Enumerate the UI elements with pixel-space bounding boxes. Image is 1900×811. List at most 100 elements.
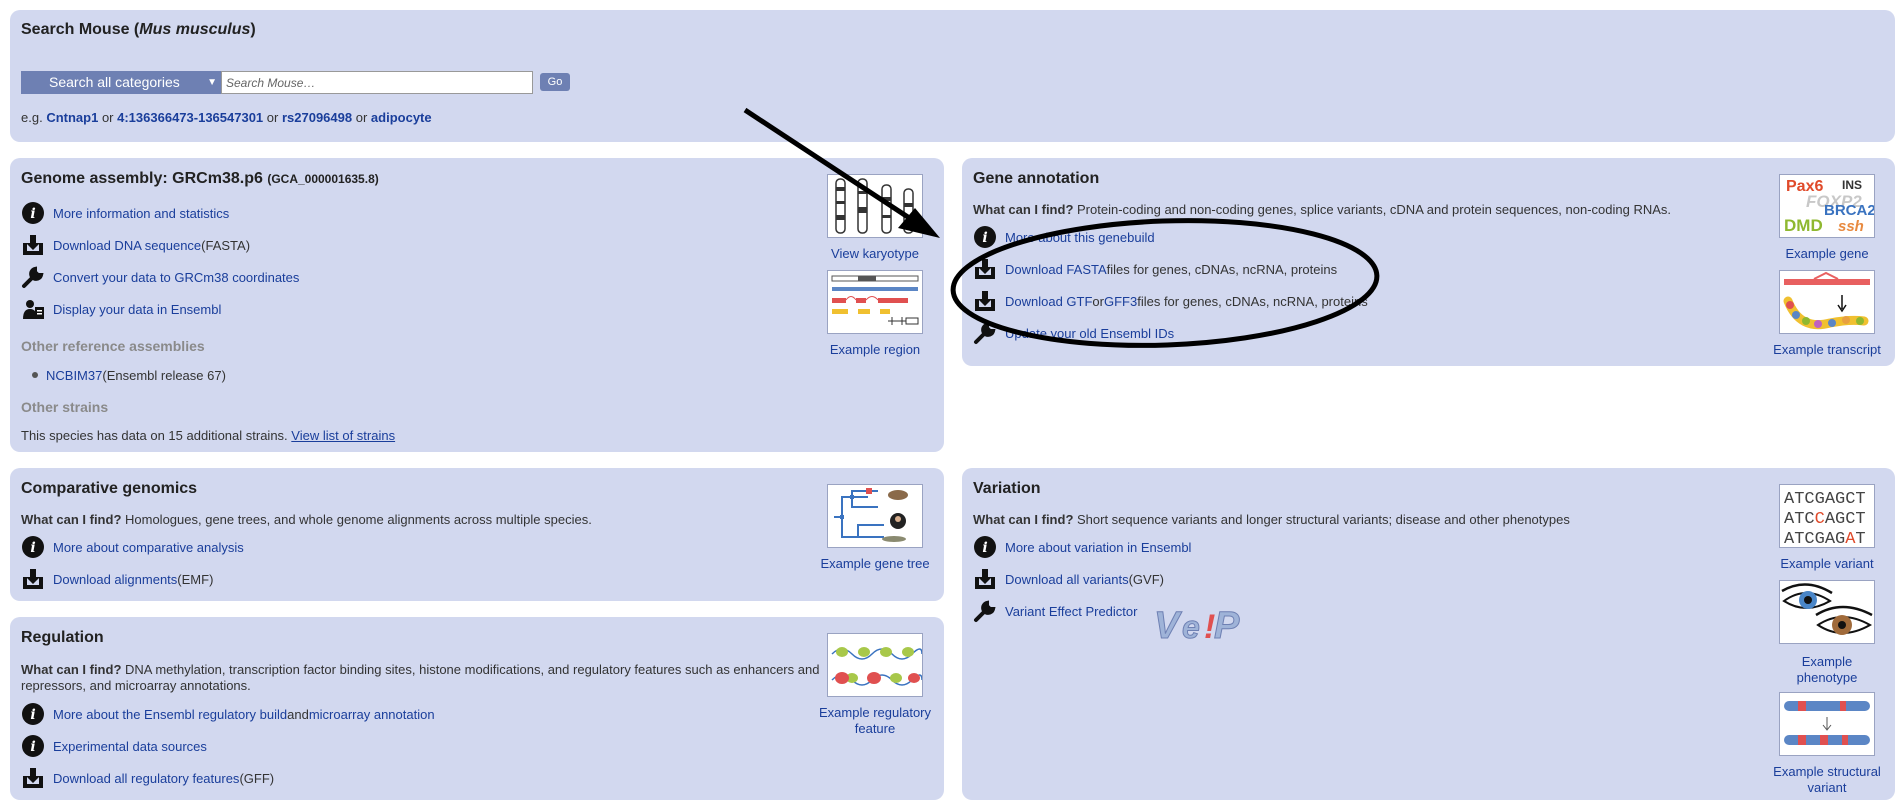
example-variant-thumbnail[interactable]: ATCGAGCT ATCCAGCT ATCGAGAT [1779, 484, 1875, 549]
gene-annotation-title: Gene annotation [973, 170, 1100, 187]
info-icon: i [973, 225, 997, 249]
svg-text:DMD: DMD [1784, 216, 1823, 235]
wrench-icon [21, 265, 45, 289]
vep-link[interactable]: Variant Effect Predictor [1005, 604, 1137, 619]
example-transcript-link[interactable]: Example transcript [1762, 342, 1892, 358]
regulation-more-row: i More about the Ensembl regulatory buil… [21, 701, 435, 727]
convert-coordinates-link[interactable]: Convert your data to GRCm38 coordinates [53, 270, 299, 285]
download-gff3-link[interactable]: GFF3 [1104, 294, 1137, 309]
info-icon: i [21, 702, 45, 726]
sequence-row: ATCGAGCT [1784, 490, 1866, 509]
example-variant-link[interactable]: Example variant [1762, 556, 1892, 572]
ncbim37-link[interactable]: NCBIM37 [46, 368, 102, 383]
info-icon: i [21, 734, 45, 758]
svg-text:i: i [30, 540, 35, 556]
gene-tree-thumbnail[interactable] [827, 484, 923, 548]
download-icon [973, 257, 997, 281]
bullet-icon [32, 372, 38, 378]
download-fasta-link[interactable]: Download FASTA [1005, 262, 1107, 277]
view-strains-link[interactable]: View list of strains [291, 428, 395, 443]
more-variation-link[interactable]: More about variation in Ensembl [1005, 540, 1191, 555]
update-ids-link[interactable]: Update your old Ensembl IDs [1005, 326, 1174, 341]
example-structural-variant-thumbnail[interactable] [1779, 692, 1875, 756]
other-strains-heading: Other strains [21, 399, 109, 415]
wrench-icon [973, 321, 997, 345]
other-ref-item: NCBIM37 (Ensembl release 67) [32, 362, 226, 388]
example-regulatory-link[interactable]: Example regulatory feature [810, 705, 940, 737]
example-gene-tree-link[interactable]: Example gene tree [810, 556, 940, 572]
example-phenotype-thumbnail[interactable] [1779, 580, 1875, 644]
download-icon [973, 289, 997, 313]
gene-annotation-panel: Gene annotation What can I find? Protein… [962, 158, 1895, 366]
example-gene-link[interactable]: Example gene [1762, 246, 1892, 262]
more-genebuild-link[interactable]: More about this genebuild [1005, 230, 1155, 245]
comparative-title: Comparative genomics [21, 480, 198, 497]
assembly-display-row: Display your data in Ensembl [21, 296, 221, 322]
regulation-panel: Regulation What can I find? DNA methylat… [10, 617, 944, 800]
variation-what-text: What can I find? Short sequence variants… [973, 512, 1570, 527]
comparative-what-text: What can I find? Homologues, gene trees,… [21, 512, 592, 527]
svg-text:i: i [30, 707, 35, 723]
download-alignments-link[interactable]: Download alignments [53, 572, 177, 587]
example-link-location[interactable]: 4:136366473-136547301 [117, 110, 263, 125]
regulatory-feature-thumbnail[interactable] [827, 633, 923, 697]
example-link-variant[interactable]: rs27096498 [282, 110, 352, 125]
sequence-row: ATCCAGCT [1784, 510, 1866, 529]
more-info-link[interactable]: More information and statistics [53, 206, 229, 221]
genebuild-row: i More about this genebuild [973, 224, 1155, 250]
region-thumbnail[interactable] [827, 270, 923, 334]
go-button[interactable]: Go [540, 73, 570, 91]
svg-text:INS: INS [1842, 178, 1862, 192]
svg-text:i: i [30, 739, 35, 755]
update-ids-row: Update your old Ensembl IDs [973, 320, 1174, 346]
info-icon: i [21, 535, 45, 559]
search-input[interactable] [221, 71, 533, 94]
experimental-sources-link[interactable]: Experimental data sources [53, 739, 207, 754]
svg-text:ssh: ssh [1838, 218, 1864, 235]
assembly-title: Genome assembly: GRCm38.p6 (GCA_00000163… [21, 170, 379, 187]
regulation-title: Regulation [21, 629, 104, 646]
download-gtf-link[interactable]: Download GTF [1005, 294, 1092, 309]
display-data-link[interactable]: Display your data in Ensembl [53, 302, 221, 317]
search-category-select[interactable]: Search all categories ▼ [21, 71, 221, 94]
user-data-icon [21, 297, 45, 321]
example-structural-variant-link[interactable]: Example structural variant [1762, 764, 1892, 796]
variation-more-row: i More about variation in Ensembl [973, 534, 1191, 560]
download-icon [21, 766, 45, 790]
more-regulatory-build-link[interactable]: More about the Ensembl regulatory build [53, 707, 287, 722]
download-variants-link[interactable]: Download all variants [1005, 572, 1129, 587]
search-title: Search Mouse (Mus musculus) [21, 21, 256, 38]
view-karyotype-link[interactable]: View karyotype [810, 246, 940, 262]
svg-text:i: i [30, 206, 35, 222]
download-icon [973, 567, 997, 591]
assembly-download-row: Download DNA sequence (FASTA) [21, 232, 250, 258]
search-category-label: Search all categories [49, 74, 180, 90]
genome-assembly-panel: Genome assembly: GRCm38.p6 (GCA_00000163… [10, 158, 944, 452]
comparative-genomics-panel: Comparative genomics What can I find? Ho… [10, 468, 944, 601]
example-transcript-thumbnail[interactable] [1779, 270, 1875, 334]
example-region-link[interactable]: Example region [810, 342, 940, 358]
download-dna-link[interactable]: Download DNA sequence [53, 238, 201, 253]
download-regulatory-link[interactable]: Download all regulatory features [53, 771, 239, 786]
vep-row: Variant Effect Predictor [973, 598, 1137, 624]
example-link-term[interactable]: adipocyte [371, 110, 432, 125]
microarray-annotation-link[interactable]: microarray annotation [309, 707, 435, 722]
example-link-gene[interactable]: Cntnap1 [46, 110, 98, 125]
regulation-download-row: Download all regulatory features (GFF) [21, 765, 274, 791]
chevron-down-icon: ▼ [207, 77, 217, 88]
variation-panel: Variation What can I find? Short sequenc… [962, 468, 1895, 800]
vep-logo[interactable]: V e ! P [1152, 604, 1248, 648]
download-gtf-row: Download GTF or GFF3 files for genes, cD… [973, 288, 1368, 314]
karyotype-thumbnail[interactable] [827, 174, 923, 238]
more-comparative-link[interactable]: More about comparative analysis [53, 540, 244, 555]
regulation-what-text: What can I find? DNA methylation, transc… [21, 662, 820, 693]
variation-download-row: Download all variants (GVF) [973, 566, 1164, 592]
search-examples: e.g. Cntnap1 or 4:136366473-136547301 or… [21, 110, 432, 125]
comparative-more-row: i More about comparative analysis [21, 534, 244, 560]
other-ref-heading: Other reference assemblies [21, 338, 205, 354]
example-phenotype-link[interactable]: Example phenotype [1762, 654, 1892, 686]
svg-text:i: i [982, 540, 987, 556]
download-fasta-row: Download FASTA files for genes, cDNAs, n… [973, 256, 1337, 282]
wrench-icon [973, 599, 997, 623]
example-gene-thumbnail[interactable]: Pax6 INS FOXP2 BRCA2 DMD ssh [1779, 174, 1875, 238]
